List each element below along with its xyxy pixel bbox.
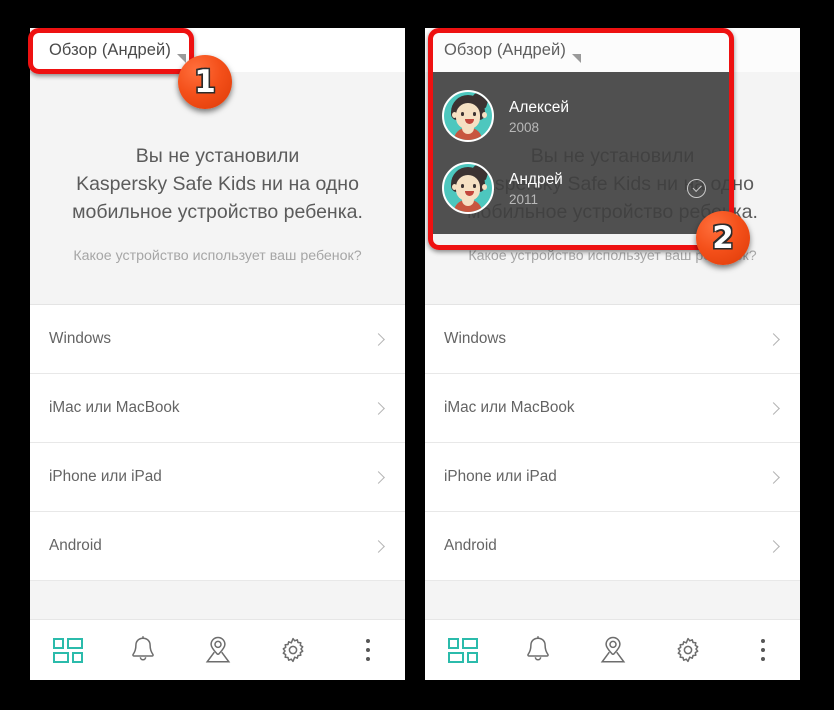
bell-icon bbox=[131, 636, 154, 661]
device-row-mac[interactable]: iMac или MacBook bbox=[30, 374, 405, 443]
nav-item-location[interactable] bbox=[575, 620, 650, 680]
bottom-nav-right bbox=[425, 619, 800, 680]
annotation-badge-1: 1 bbox=[178, 55, 232, 109]
app-header-right[interactable]: Обзор (Андрей) bbox=[425, 28, 800, 72]
chevron-right-icon bbox=[767, 539, 780, 553]
header-title: Обзор (Андрей) bbox=[444, 40, 566, 59]
avatar bbox=[442, 162, 494, 214]
annotation-badge-label: 2 bbox=[712, 219, 734, 256]
phone-screen-left: Обзор (Андрей) Вы не установили Kaspersk… bbox=[30, 28, 405, 680]
hero-spacer bbox=[425, 264, 800, 304]
nav-item-settings[interactable] bbox=[255, 620, 330, 680]
dropdown-item-andrey[interactable]: Андрей 2011 bbox=[429, 152, 730, 224]
hero-title-line1: Вы не установили bbox=[135, 145, 300, 167]
child-year: 2008 bbox=[509, 119, 540, 135]
dropdown-item-texts: Андрей 2011 bbox=[509, 170, 563, 207]
device-row-android[interactable]: Android bbox=[425, 512, 800, 581]
hero-title-line2: Kaspersky Safe Kids ни на одно bbox=[76, 173, 359, 195]
device-label: iPhone или iPad bbox=[49, 468, 162, 485]
child-name: Андрей bbox=[509, 170, 563, 188]
nav-item-notifications[interactable] bbox=[105, 620, 180, 680]
hero-title: Вы не установили Kaspersky Safe Kids ни … bbox=[48, 142, 387, 226]
child-name: Алексей bbox=[509, 98, 569, 116]
device-label: Android bbox=[49, 537, 102, 554]
chevron-right-icon bbox=[372, 470, 385, 484]
nav-item-location[interactable] bbox=[180, 620, 255, 680]
child-selector-dropdown: Алексей 2008 Андрей 2011 bbox=[429, 72, 730, 234]
bell-icon bbox=[526, 636, 549, 661]
device-list-right: Windows iMac или MacBook iPhone или iPad… bbox=[425, 304, 800, 581]
dropdown-item-alexey[interactable]: Алексей 2008 bbox=[429, 80, 730, 152]
dropdown-item-texts: Алексей 2008 bbox=[509, 98, 569, 135]
nav-item-settings[interactable] bbox=[650, 620, 725, 680]
device-label: iPhone или iPad bbox=[444, 468, 557, 485]
bottom-nav-left bbox=[30, 619, 405, 680]
nav-item-notifications[interactable] bbox=[500, 620, 575, 680]
nav-item-more[interactable] bbox=[725, 620, 800, 680]
chevron-right-icon bbox=[767, 470, 780, 484]
device-row-iphone[interactable]: iPhone или iPad bbox=[30, 443, 405, 512]
device-label: Windows bbox=[49, 330, 112, 347]
check-circle-icon bbox=[687, 178, 706, 198]
annotation-badge-2: 2 bbox=[696, 211, 750, 265]
device-row-iphone[interactable]: iPhone или iPad bbox=[425, 443, 800, 512]
phone-screen-right: Обзор (Андрей) Вы не установили Kaspersk… bbox=[425, 28, 800, 680]
screenshot-stage: Обзор (Андрей) Вы не установили Kaspersk… bbox=[0, 0, 834, 710]
child-year: 2011 bbox=[509, 191, 539, 207]
nav-item-dashboard[interactable] bbox=[30, 620, 105, 680]
chevron-right-icon bbox=[372, 401, 385, 415]
header-title: Обзор (Андрей) bbox=[49, 40, 171, 59]
location-pin-icon bbox=[600, 636, 625, 663]
nav-item-dashboard[interactable] bbox=[425, 620, 500, 680]
device-list-left: Windows iMac или MacBook iPhone или iPad… bbox=[30, 304, 405, 581]
gear-icon bbox=[282, 637, 303, 663]
hero-subtitle: Какое устройство использует ваш ребенок? bbox=[73, 248, 362, 264]
device-row-windows[interactable]: Windows bbox=[30, 305, 405, 374]
chevron-right-icon bbox=[767, 332, 780, 346]
avatar bbox=[442, 90, 494, 142]
chevron-right-icon bbox=[372, 332, 385, 346]
overflow-menu-icon bbox=[760, 639, 765, 661]
dashboard-icon bbox=[447, 637, 478, 663]
location-pin-icon bbox=[205, 636, 230, 663]
dashboard-icon bbox=[52, 637, 83, 663]
device-row-android[interactable]: Android bbox=[30, 512, 405, 581]
annotation-badge-label: 1 bbox=[194, 63, 216, 100]
triangle-down-icon[interactable] bbox=[571, 54, 581, 63]
device-row-windows[interactable]: Windows bbox=[425, 305, 800, 374]
gear-icon bbox=[677, 637, 698, 663]
hero-spacer bbox=[30, 264, 405, 304]
device-label: iMac или MacBook bbox=[444, 399, 575, 416]
device-label: iMac или MacBook bbox=[49, 399, 180, 416]
device-label: Android bbox=[444, 537, 497, 554]
overflow-menu-icon bbox=[365, 639, 370, 661]
nav-item-more[interactable] bbox=[330, 620, 405, 680]
hero-title-line3: мобильное устройство ребенка. bbox=[72, 201, 363, 223]
chevron-right-icon bbox=[767, 401, 780, 415]
device-label: Windows bbox=[444, 330, 507, 347]
triangle-down-icon[interactable] bbox=[176, 54, 186, 63]
device-row-mac[interactable]: iMac или MacBook bbox=[425, 374, 800, 443]
chevron-right-icon bbox=[372, 539, 385, 553]
